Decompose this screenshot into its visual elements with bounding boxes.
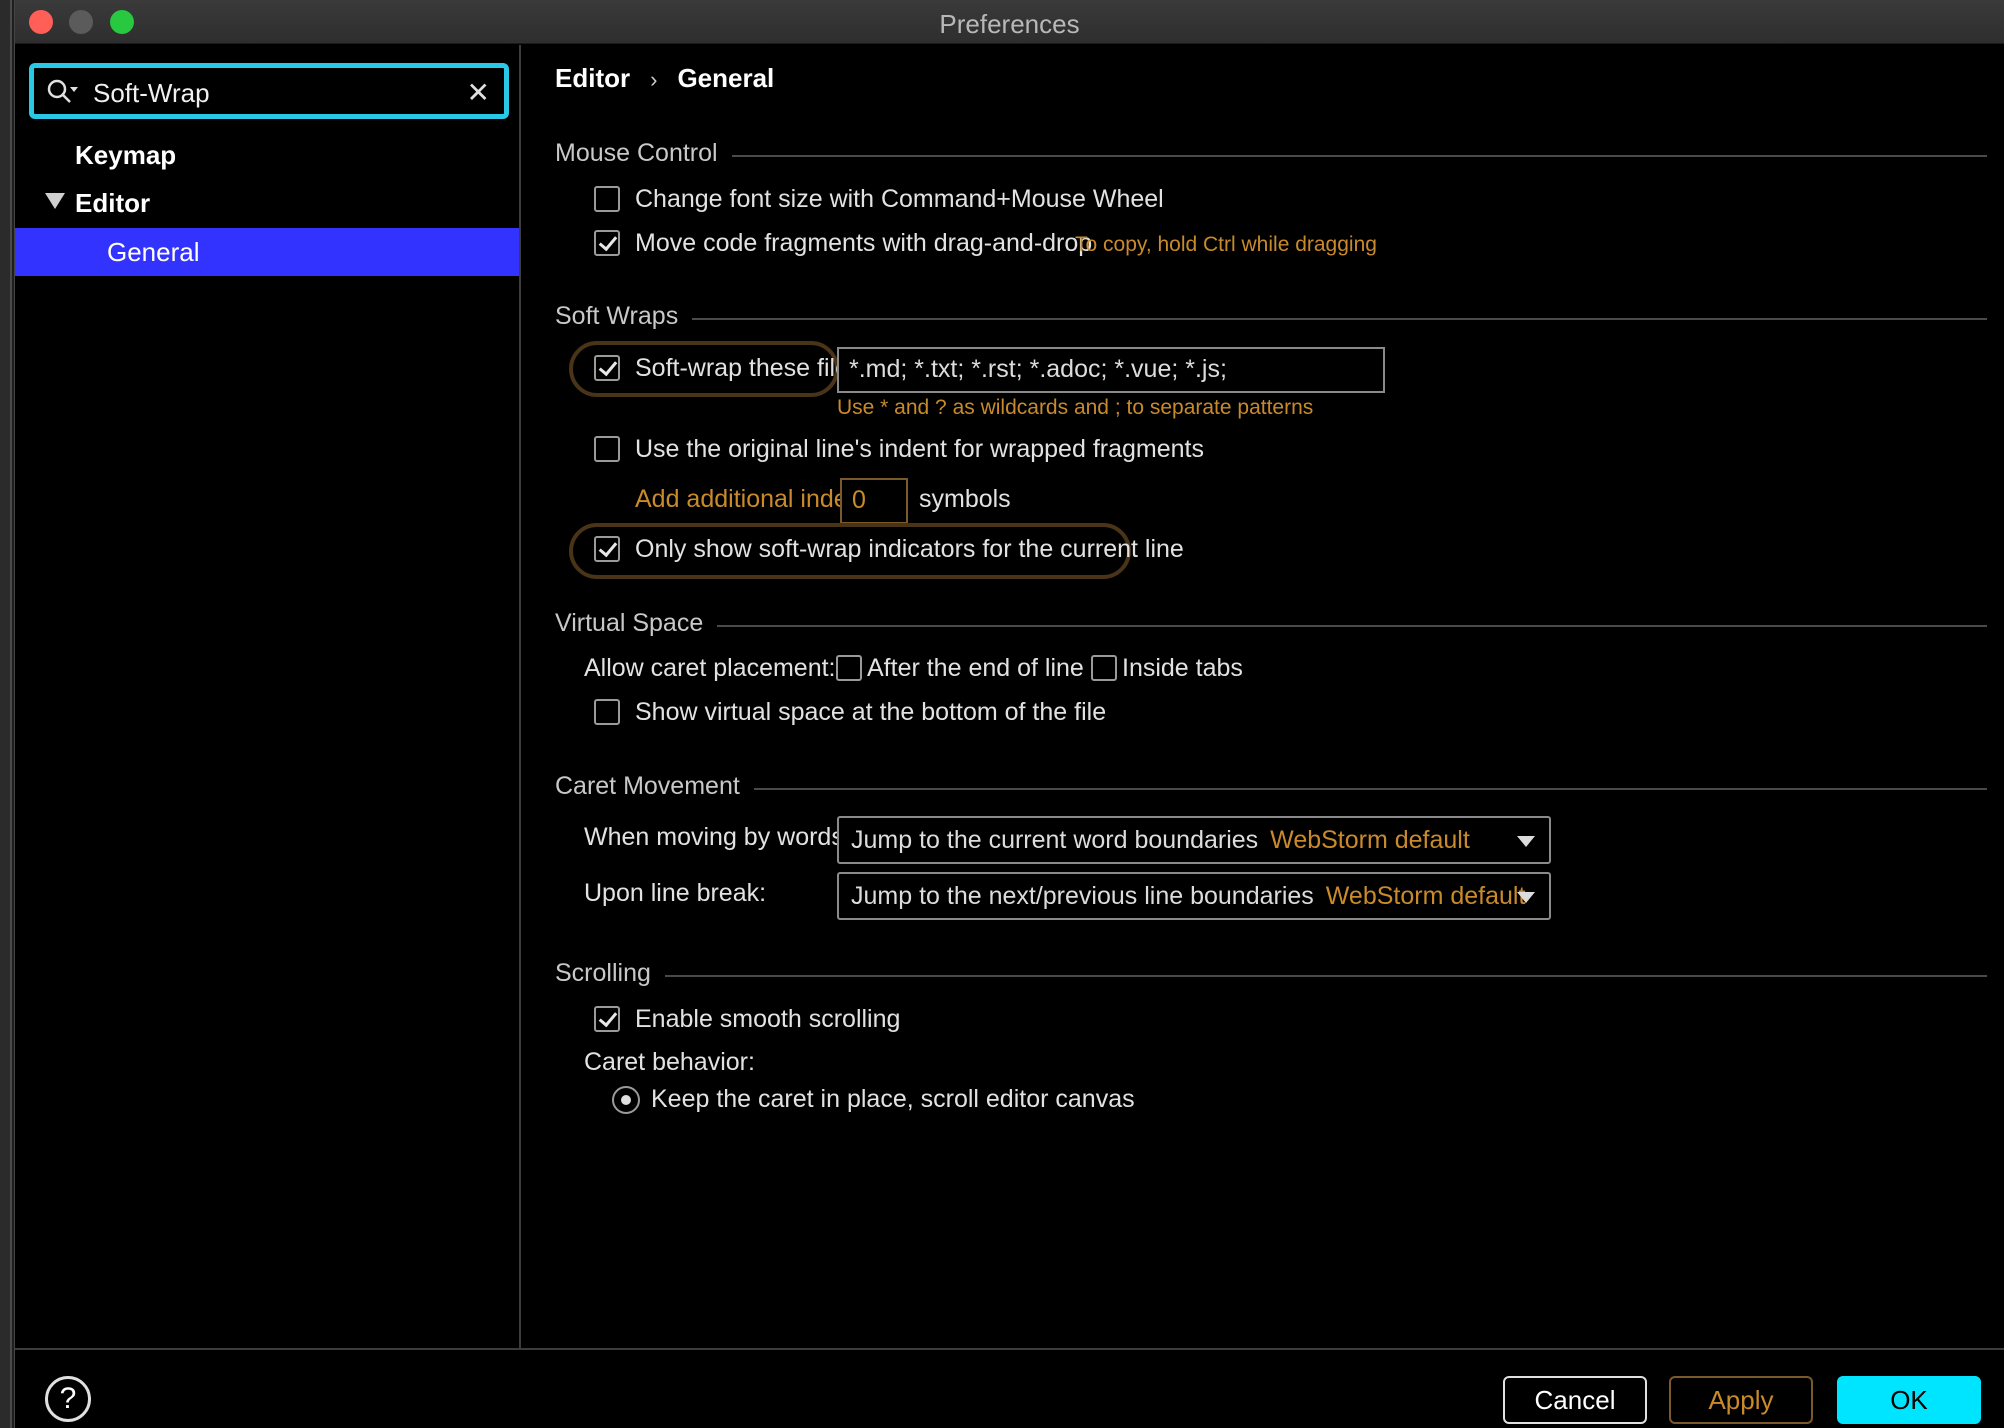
settings-search-field[interactable]: Soft-Wrap ✕ — [29, 63, 509, 119]
apply-button[interactable]: Apply — [1669, 1376, 1813, 1424]
breadcrumb-current: General — [677, 63, 775, 93]
chevron-right-icon: › — [650, 67, 658, 92]
section-divider — [555, 318, 1987, 320]
help-icon[interactable]: ? — [45, 1376, 91, 1422]
caret-placement-label: Allow caret placement: — [584, 654, 836, 682]
cancel-button[interactable]: Cancel — [1503, 1376, 1647, 1424]
section-soft-wraps: Soft Wraps — [555, 302, 1987, 334]
soft-wrap-patterns-input[interactable]: *.md; *.txt; *.rst; *.adoc; *.vue; *.js; — [837, 347, 1385, 393]
title-bar: Preferences — [15, 0, 2004, 44]
additional-indent-unit: symbols — [919, 485, 1011, 513]
section-divider — [555, 975, 1987, 977]
line-break-label: Upon line break: — [584, 879, 767, 907]
dropdown-default-tag: WebStorm default — [1325, 882, 1526, 910]
tree-item-keymap[interactable]: Keymap — [15, 131, 519, 179]
section-title: Scrolling — [555, 959, 665, 988]
soft-wrap-files-checkbox[interactable] — [594, 355, 620, 381]
dialog-footer: ? Cancel Apply OK — [15, 1348, 2004, 1428]
inside-tabs-label: Inside tabs — [1122, 654, 1243, 682]
additional-indent-input[interactable]: 0 — [840, 478, 908, 524]
section-title: Caret Movement — [555, 772, 754, 801]
section-divider — [555, 788, 1987, 790]
settings-content: Editor › General Mouse Control Change font… — [523, 45, 2004, 1348]
tree-item-editor[interactable]: Editor — [15, 179, 519, 227]
move-code-checkbox[interactable] — [594, 230, 620, 256]
background-app-strip — [0, 0, 12, 1428]
change-font-size-label: Change font size with Command+Mouse Whee… — [635, 185, 1164, 213]
change-font-size-checkbox[interactable] — [594, 186, 620, 212]
moving-by-words-dropdown[interactable]: Jump to the current word boundaries WebSt… — [837, 816, 1551, 864]
breadcrumb-parent[interactable]: Editor — [555, 63, 630, 93]
section-divider — [555, 155, 1987, 157]
tree-item-general[interactable]: General — [15, 228, 519, 276]
line-break-dropdown[interactable]: Jump to the next/previous line boundarie… — [837, 872, 1551, 920]
show-virtual-space-checkbox[interactable] — [594, 699, 620, 725]
section-title: Mouse Control — [555, 139, 732, 168]
smooth-scrolling-label: Enable smooth scrolling — [635, 1005, 901, 1033]
show-virtual-space-label: Show virtual space at the bottom of the … — [635, 698, 1107, 726]
after-end-of-line-label: After the end of line — [867, 654, 1084, 682]
after-end-of-line-checkbox[interactable] — [836, 655, 862, 681]
chevron-down-icon — [1517, 892, 1535, 903]
search-input[interactable]: Soft-Wrap — [93, 78, 210, 109]
preferences-window: Preferences Soft-Wrap ✕ Keymap Editor Ge… — [14, 0, 2004, 1428]
soft-wrap-patterns-hint: Use * and ? as wildcards and ; to separa… — [837, 396, 1314, 419]
keep-caret-label: Keep the caret in place, scroll editor c… — [651, 1085, 1135, 1113]
original-indent-checkbox[interactable] — [594, 436, 620, 462]
tree-item-label: General — [107, 237, 200, 267]
section-virtual-space: Virtual Space — [555, 609, 1987, 641]
ok-button[interactable]: OK — [1837, 1376, 1981, 1424]
section-title: Soft Wraps — [555, 302, 693, 331]
keep-caret-radio[interactable] — [612, 1086, 640, 1114]
original-indent-label: Use the original line's indent for wrapp… — [635, 435, 1204, 463]
moving-by-words-label: When moving by words: — [584, 823, 851, 851]
clear-search-icon[interactable]: ✕ — [467, 76, 490, 109]
settings-sidebar: Soft-Wrap ✕ Keymap Editor General — [15, 45, 521, 1348]
window-title: Preferences — [939, 9, 1080, 39]
dropdown-default-tag: WebStorm default — [1270, 826, 1470, 854]
dropdown-value: Jump to the current word boundaries — [851, 826, 1259, 854]
section-scrolling: Scrolling — [555, 959, 1987, 991]
only-current-line-checkbox[interactable] — [594, 536, 620, 562]
dropdown-value: Jump to the next/previous line boundarie… — [851, 882, 1314, 910]
inside-tabs-checkbox[interactable] — [1091, 655, 1117, 681]
expand-arrow-icon[interactable] — [45, 193, 65, 209]
section-caret-movement: Caret Movement — [555, 772, 1987, 804]
section-title: Virtual Space — [555, 609, 718, 638]
section-divider — [555, 625, 1987, 627]
tree-item-label: Editor — [75, 188, 151, 218]
soft-wrap-files-label: Soft-wrap these files: — [635, 354, 869, 382]
smooth-scrolling-checkbox[interactable] — [594, 1006, 620, 1032]
chevron-down-icon — [1517, 836, 1535, 847]
caret-behavior-label: Caret behavior: — [584, 1048, 755, 1076]
section-mouse-control: Mouse Control — [555, 139, 1987, 171]
move-code-label: Move code fragments with drag-and-drop — [635, 229, 1093, 257]
search-icon — [47, 79, 78, 103]
tree-item-label: Keymap — [75, 140, 177, 170]
breadcrumb: Editor › General — [555, 63, 774, 94]
only-current-line-label: Only show soft-wrap indicators for the c… — [635, 535, 1184, 563]
move-code-hint: To copy, hold Ctrl while dragging — [1075, 233, 1377, 256]
